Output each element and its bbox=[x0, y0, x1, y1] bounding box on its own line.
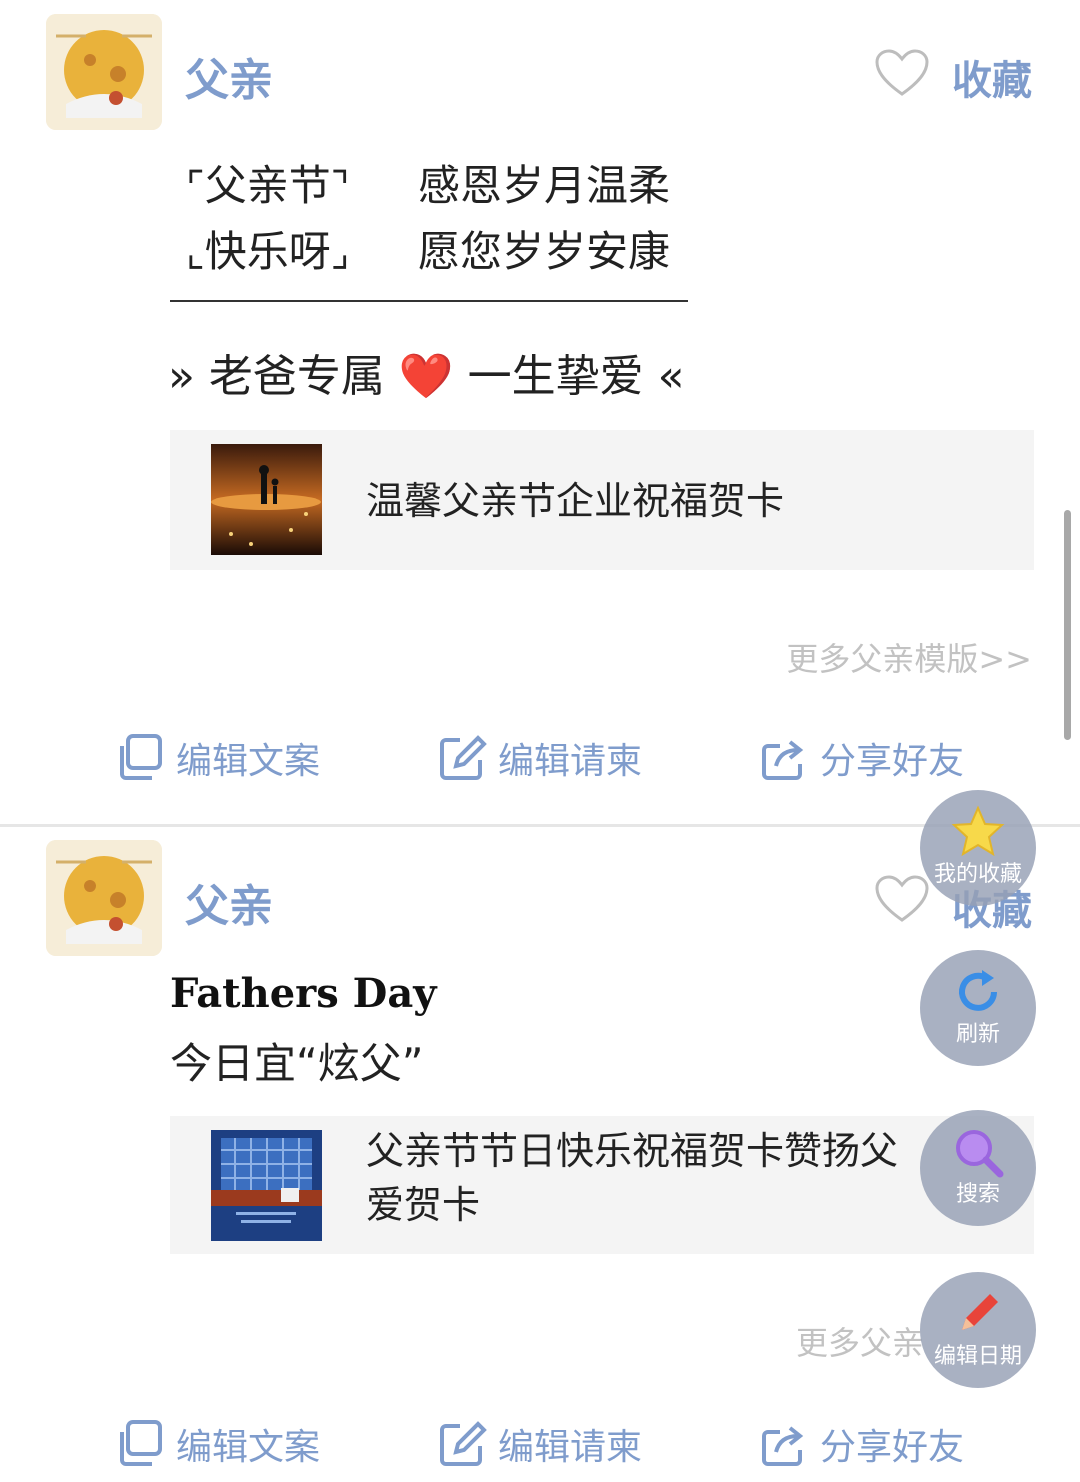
scrollbar[interactable] bbox=[1064, 510, 1071, 740]
edit-invite-button[interactable]: 编辑请柬 bbox=[436, 728, 642, 788]
edit-icon bbox=[440, 735, 487, 780]
username[interactable]: 父亲 bbox=[185, 44, 273, 108]
share-friends-button[interactable]: 分享好友 bbox=[758, 728, 964, 788]
edit-copy-button[interactable]: 编辑文案 bbox=[114, 728, 320, 788]
refresh-icon bbox=[959, 970, 997, 1011]
post-card: 父亲 收藏 ⌜父亲节⌝ 感恩岁月温柔 ⌞快乐呀⌟ 愿您岁岁安康 » 老爸专属 ❤… bbox=[0, 0, 1080, 826]
edit-icon bbox=[440, 1421, 487, 1466]
text-right-2: 愿您岁岁安康 bbox=[418, 227, 671, 276]
edit-copy-button[interactable]: 编辑文案 bbox=[114, 1414, 320, 1474]
refresh-fab[interactable]: 刷新 bbox=[920, 950, 1036, 1066]
bracket-text-line-2: ⌞快乐呀⌟ bbox=[186, 227, 350, 276]
text-right-1: 感恩岁月温柔 bbox=[418, 161, 671, 210]
edit-invite-label: 编辑请柬 bbox=[498, 1427, 643, 1468]
template-card[interactable]: 父亲节节日快乐祝福贺卡赞扬父爱贺卡 bbox=[170, 1116, 1034, 1254]
share-friends-label: 分享好友 bbox=[820, 1427, 965, 1468]
avatar[interactable] bbox=[46, 14, 162, 130]
pencil-icon bbox=[962, 1294, 998, 1330]
subtitle: 今日宜“炫父” bbox=[170, 1039, 424, 1088]
share-icon bbox=[762, 740, 804, 780]
template-card[interactable]: 温馨父亲节企业祝福贺卡 bbox=[170, 430, 1034, 570]
search-icon bbox=[956, 1130, 1004, 1178]
edit-date-label: 编辑日期 bbox=[933, 1344, 1022, 1369]
text-left-2: 快乐呀 bbox=[204, 227, 331, 276]
card-title: 温馨父亲节企业祝福贺卡 bbox=[366, 479, 785, 523]
card-thumbnail bbox=[211, 1130, 322, 1241]
share-friends-button[interactable]: 分享好友 bbox=[758, 1414, 964, 1474]
edit-copy-label: 编辑文案 bbox=[176, 741, 321, 782]
post-card: 父亲 收藏 Fathers Day 今日宜“炫父” 父亲节节日快乐祝福贺卡赞扬父… bbox=[0, 826, 1080, 1482]
card-title: 父亲节节日快乐祝福贺卡赞扬父爱贺卡 bbox=[366, 1129, 899, 1227]
text-left-1: 父亲节 bbox=[204, 161, 331, 210]
slogan: » 老爸专属 ❤️ 一生挚爱 « bbox=[168, 351, 685, 402]
search-fab[interactable]: 搜索 bbox=[920, 1110, 1036, 1226]
avatar[interactable] bbox=[46, 840, 162, 956]
edit-invite-label: 编辑请柬 bbox=[498, 741, 643, 782]
card-thumbnail bbox=[211, 444, 322, 555]
heart-icon[interactable] bbox=[874, 48, 930, 98]
action-bar: 编辑文案 编辑请柬 分享好友 bbox=[0, 728, 1080, 788]
more-templates-link[interactable]: 更多父亲模版>> bbox=[786, 634, 1032, 680]
action-bar: 编辑文案 编辑请柬 分享好友 bbox=[0, 1414, 1080, 1474]
copy-icon bbox=[120, 1420, 162, 1466]
search-label: 搜索 bbox=[955, 1182, 1000, 1207]
bracket-text-line-1: ⌜父亲节⌝ bbox=[186, 161, 350, 210]
copy-icon bbox=[120, 734, 162, 780]
english-title: Fathers Day bbox=[170, 970, 437, 1017]
username[interactable]: 父亲 bbox=[185, 870, 273, 934]
share-icon bbox=[762, 1426, 804, 1466]
favorite-label[interactable]: 收藏 bbox=[952, 48, 1032, 106]
more-templates-link[interactable]: 更多父亲 bbox=[796, 1318, 924, 1364]
refresh-label: 刷新 bbox=[955, 1022, 1000, 1047]
star-icon bbox=[951, 805, 1005, 857]
my-favorites-label: 我的收藏 bbox=[933, 862, 1022, 887]
edit-invite-button[interactable]: 编辑请柬 bbox=[436, 1414, 642, 1474]
my-favorites-fab[interactable]: 我的收藏 bbox=[920, 790, 1036, 906]
edit-date-fab[interactable]: 编辑日期 bbox=[920, 1272, 1036, 1388]
share-friends-label: 分享好友 bbox=[820, 741, 965, 782]
edit-copy-label: 编辑文案 bbox=[176, 1427, 321, 1468]
divider-line bbox=[170, 300, 688, 302]
